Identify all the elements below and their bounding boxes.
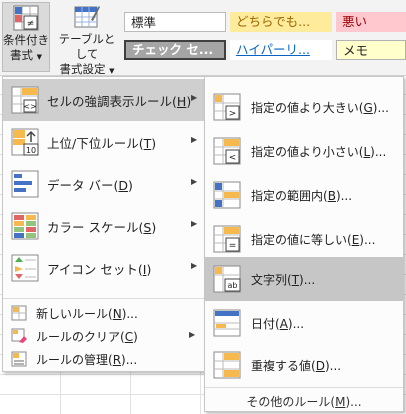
cell-style-bad[interactable]: 悪い bbox=[336, 12, 406, 32]
menu-item-label: セルの強調表示ルール(H) bbox=[47, 94, 192, 109]
submenu-item-label: 指定の値より大きい(G)... bbox=[251, 101, 389, 115]
ribbon: ≠ 条件付き 書式 ▼ テーブルとして 書式設定 ▼ 標準 どちらでも... 悪… bbox=[0, 0, 406, 76]
clear-rules-icon bbox=[11, 328, 27, 343]
menu-item-data-bars[interactable]: データ バー(D) ▶ bbox=[3, 163, 207, 205]
greater-than-icon: > bbox=[213, 93, 241, 121]
submenu-item-greater-than[interactable]: > 指定の値より大きい(G)... bbox=[205, 85, 403, 129]
menu-item-label: データ バー(D) bbox=[47, 178, 133, 193]
icon-sets-icon bbox=[11, 254, 39, 282]
format-as-table-button[interactable]: テーブルとして 書式設定 ▼ bbox=[54, 2, 120, 76]
submenu-arrow-icon: ▶ bbox=[191, 261, 198, 270]
submenu-item-label: 重複する値(D)... bbox=[251, 359, 342, 373]
submenu-arrow-icon: ▶ bbox=[191, 93, 198, 102]
submenu-arrow-icon: ▶ bbox=[191, 135, 198, 144]
highlight-cells-rules-icon: <> bbox=[11, 86, 39, 114]
svg-text:<: < bbox=[229, 153, 237, 163]
menu-item-highlight-cells-rules[interactable]: <> セルの強調表示ルール(H) ▶ bbox=[3, 79, 207, 121]
conditional-formatting-menu: <> セルの強調表示ルール(H) ▶ 10 上位/下位ルール(T) ▶ データ … bbox=[2, 76, 208, 372]
menu-item-clear-rules[interactable]: ルールのクリア(C) ▶ bbox=[3, 325, 207, 346]
format-as-table-icon bbox=[74, 6, 100, 28]
submenu-item-label: 指定の値に等しい(E)... bbox=[251, 233, 376, 247]
between-icon bbox=[213, 181, 241, 209]
top-bottom-rules-icon: 10 bbox=[11, 128, 39, 156]
cell-style-hyperlink[interactable]: ハイパーリ... bbox=[230, 40, 332, 60]
menu-item-icon-sets[interactable]: アイコン セット(I) ▶ bbox=[3, 247, 207, 289]
cell-style-neutral[interactable]: どちらでも... bbox=[230, 12, 332, 32]
conditional-formatting-button[interactable]: ≠ 条件付き 書式 ▼ bbox=[2, 2, 50, 72]
menu-item-label: アイコン セット(I) bbox=[47, 262, 152, 277]
less-than-icon: < bbox=[213, 137, 241, 165]
menu-separator bbox=[3, 298, 207, 299]
conditional-formatting-icon: ≠ bbox=[13, 5, 39, 31]
menu-item-top-bottom-rules[interactable]: 10 上位/下位ルール(T) ▶ bbox=[3, 121, 207, 163]
submenu-arrow-icon: ▶ bbox=[191, 219, 198, 228]
cell-style-normal[interactable]: 標準 bbox=[124, 12, 226, 32]
color-scales-icon bbox=[11, 212, 39, 240]
svg-text:≠: ≠ bbox=[27, 19, 35, 29]
cell-style-note[interactable]: メモ bbox=[336, 40, 406, 60]
menu-item-new-rule[interactable]: 新しいルール(N)... bbox=[3, 302, 207, 323]
duplicate-values-icon bbox=[213, 351, 241, 379]
menu-item-label: 新しいルール(N)... bbox=[36, 307, 138, 321]
submenu-item-label: 文字列(T)... bbox=[251, 273, 316, 287]
submenu-item-duplicate-values[interactable]: 重複する値(D)... bbox=[205, 343, 403, 387]
svg-text:ab: ab bbox=[228, 281, 238, 290]
text-contains-icon: ab bbox=[213, 265, 241, 293]
submenu-item-date-occurring[interactable]: 日付(A)... bbox=[205, 301, 403, 345]
cell-style-check-cell[interactable]: チェック セ... bbox=[124, 40, 226, 60]
menu-item-label: カラー スケール(S) bbox=[47, 220, 157, 235]
submenu-item-equal-to[interactable]: = 指定の値に等しい(E)... bbox=[205, 217, 403, 261]
menu-item-label: 上位/下位ルール(T) bbox=[47, 136, 157, 151]
manage-rules-icon bbox=[11, 351, 27, 367]
svg-text:=: = bbox=[229, 241, 237, 251]
submenu-arrow-icon: ▶ bbox=[191, 177, 198, 186]
data-bars-icon bbox=[11, 170, 39, 198]
submenu-item-more-rules[interactable]: その他のルール(M)... bbox=[205, 387, 403, 411]
menu-item-label: ルールのクリア(C) bbox=[36, 330, 138, 344]
svg-text:<>: <> bbox=[23, 102, 36, 111]
submenu-item-label: 指定の範囲内(B)... bbox=[251, 189, 353, 203]
highlight-cells-rules-submenu: > 指定の値より大きい(G)... < 指定の値より小さい(L)... 指定の範… bbox=[204, 76, 404, 412]
submenu-item-label: 日付(A)... bbox=[251, 317, 305, 331]
new-rule-icon bbox=[11, 305, 27, 321]
submenu-item-text-contains[interactable]: ab 文字列(T)... bbox=[205, 257, 403, 301]
date-occurring-icon bbox=[213, 309, 241, 337]
submenu-item-less-than[interactable]: < 指定の値より小さい(L)... bbox=[205, 129, 403, 173]
menu-item-manage-rules[interactable]: ルールの管理(R)... bbox=[3, 348, 207, 369]
svg-text:>: > bbox=[229, 109, 237, 119]
submenu-item-between[interactable]: 指定の範囲内(B)... bbox=[205, 173, 403, 217]
cond-format-label-1: 条件付き bbox=[3, 33, 49, 47]
submenu-arrow-icon: ▶ bbox=[189, 330, 196, 339]
equal-to-icon: = bbox=[213, 225, 241, 253]
menu-item-label: ルールの管理(R)... bbox=[36, 353, 138, 367]
submenu-item-label: その他のルール(M)... bbox=[246, 395, 362, 409]
menu-item-color-scales[interactable]: カラー スケール(S) ▶ bbox=[3, 205, 207, 247]
submenu-item-label: 指定の値より小さい(L)... bbox=[251, 145, 387, 159]
svg-text:10: 10 bbox=[26, 146, 36, 155]
cond-format-label-2: 書式 ▼ bbox=[9, 48, 43, 62]
format-table-label-1: テーブルとして bbox=[58, 32, 116, 61]
